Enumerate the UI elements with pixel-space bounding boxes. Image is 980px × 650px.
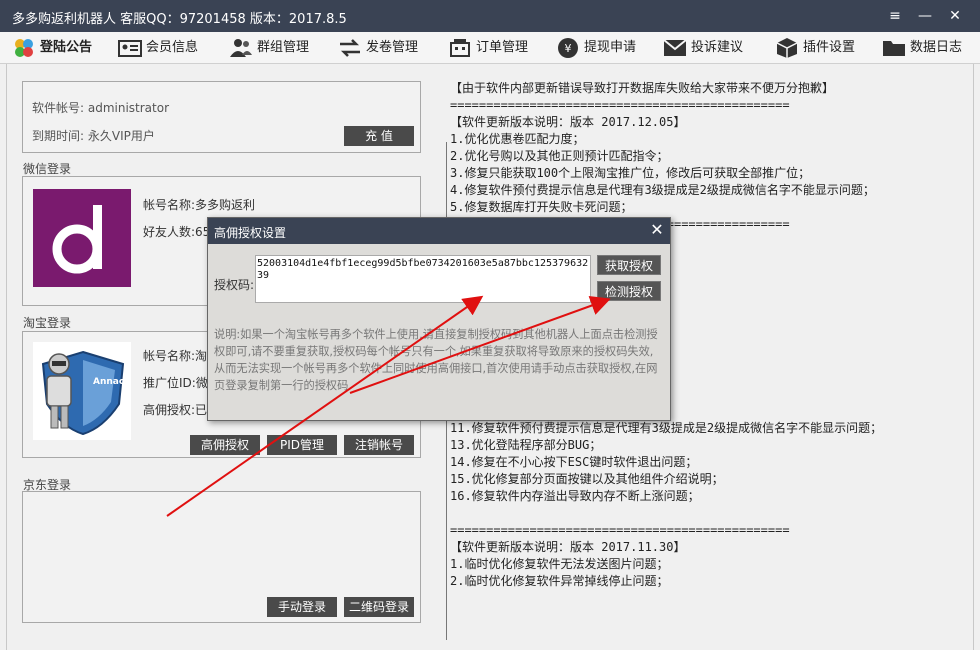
log-line: 【软件更新版本说明：版本 2017.12.05】 xyxy=(450,115,686,129)
taobao-commission-status: 高佣授权:已 xyxy=(143,403,208,417)
yen-coin-icon: ¥ xyxy=(558,38,578,58)
dialog-title: 高佣授权设置 xyxy=(214,226,287,240)
account-panel: 软件帐号: administrator 到期时间: 永久VIP用户 充 值 xyxy=(22,81,421,153)
tab-label: 投诉建议 xyxy=(691,40,744,55)
log-line: 11.修复软件预付费提示信息是代理有3级提成是2级提成微信名字不能显示问题； xyxy=(450,421,883,435)
tab-label: 数据日志 xyxy=(910,40,963,55)
commission-auth-button[interactable]: 高佣授权 xyxy=(190,435,260,455)
tab-label: 会员信息 xyxy=(146,40,199,55)
taobao-section-title: 淘宝登录 xyxy=(23,316,72,330)
log-line: ========================================… xyxy=(450,523,790,537)
log-line: 【由于软件内部更新错误导致打开数据库失败给大家带来不便万分抱歉】 xyxy=(450,81,835,95)
tab-label: 发卷管理 xyxy=(366,40,419,55)
jd-panel: 手动登录 二维码登录 xyxy=(22,491,421,623)
auth-code-label: 授权码: xyxy=(214,278,255,292)
arrows-exchange-icon xyxy=(340,39,360,57)
qrcode-login-button[interactable]: 二维码登录 xyxy=(344,597,414,617)
tab-label: 群组管理 xyxy=(257,40,310,55)
left-border xyxy=(6,64,7,650)
log-line: 5.修复数据库打开失败卡死问题； xyxy=(450,200,633,214)
wechat-friend-count: 好友人数:65 xyxy=(143,225,211,239)
log-line: 3.修复只能获取100个上限淘宝推广位，修改后可获取全部推广位； xyxy=(450,166,811,180)
close-window-button[interactable]: ✕ xyxy=(944,5,966,27)
taobao-account-name: 帐号名称:淘 xyxy=(143,349,208,363)
envelope-icon xyxy=(663,39,687,56)
dialog-description: 说明:如果一个淘宝帐号再多个软件上使用,请直接复制授权码到其他机器人上面点击检测… xyxy=(214,328,658,392)
wechat-logo-icon xyxy=(52,205,102,274)
taobao-avatar: Annacr xyxy=(33,342,131,440)
group-icon xyxy=(230,39,252,57)
logout-account-button[interactable]: 注销帐号 xyxy=(344,435,414,455)
log-line: ========================================… xyxy=(450,98,790,112)
right-border xyxy=(973,64,974,650)
wechat-section-title: 微信登录 xyxy=(23,162,72,176)
taobao-promo-id: 推广位ID:微 xyxy=(143,376,208,390)
svg-text:¥: ¥ xyxy=(565,42,572,55)
recharge-button[interactable]: 充 值 xyxy=(344,126,414,146)
log-line: 15.优化修复部分页面按键以及其他组件介绍说明； xyxy=(450,472,724,486)
log-line: 4.修复软件预付费提示信息是代理有3级提成是2级提成微信名字不能显示问题； xyxy=(450,183,875,197)
log-line: 【软件更新版本说明：版本 2017.11.30】 xyxy=(450,540,686,554)
folder-icon xyxy=(883,41,905,56)
box-icon xyxy=(776,38,798,58)
dialog-header: 高佣授权设置 ✕ xyxy=(208,218,670,244)
check-auth-button[interactable]: 检测授权 xyxy=(597,281,661,301)
log-line: 16.修复软件内存溢出导致内存不断上涨问题； xyxy=(450,489,700,503)
menu-icon[interactable]: ≡ xyxy=(884,5,906,27)
robot-shield-logo: Annacr xyxy=(41,350,129,436)
expiry-time: 到期时间: 永久VIP用户 xyxy=(32,129,155,143)
log-line: 14.修复在不小心按下ESC键时软件退出问题； xyxy=(450,455,698,469)
log-line: 13.优化登陆程序部分BUG； xyxy=(450,438,602,452)
manual-login-button[interactable]: 手动登录 xyxy=(267,597,337,617)
window-title: 多多购返利机器人 客服QQ：97201458 版本：2017.8.5 xyxy=(12,12,347,27)
title-bar: 多多购返利机器人 客服QQ：97201458 版本：2017.8.5 ≡ — ✕ xyxy=(0,0,980,32)
log-line: 1.优化优惠卷匹配力度； xyxy=(450,132,585,146)
main-toolbar: 登陆公告 会员信息 群组管理 发卷管理 订单管理 ¥ 提现申请 投诉建议 插件设… xyxy=(0,32,980,64)
member-card-icon xyxy=(118,40,142,57)
logo-text: Annacr xyxy=(93,377,129,387)
log-line: 1.临时优化修复软件无法发送图片问题； xyxy=(450,557,669,571)
tab-label: 提现申请 xyxy=(584,40,637,55)
announcement-icon xyxy=(15,39,33,57)
wechat-account-name: 帐号名称:多多购返利 xyxy=(143,198,256,212)
get-auth-button[interactable]: 获取授权 xyxy=(597,255,661,275)
log-line: 2.优化号购以及其他正则预计匹配指令； xyxy=(450,149,669,163)
tab-label: 订单管理 xyxy=(476,40,529,55)
wechat-avatar xyxy=(33,189,131,287)
log-line: 2.临时优化修复软件异常掉线停止问题； xyxy=(450,574,669,588)
dialog-close-button[interactable]: ✕ xyxy=(648,220,666,239)
auth-code-field[interactable]: 52003104d1e4fbf1eceg99d5bfbe0734201603e5… xyxy=(255,255,591,303)
commission-auth-dialog: 高佣授权设置 ✕ 授权码: 52003104d1e4fbf1eceg99d5bf… xyxy=(207,217,671,421)
tab-label: 登陆公告 xyxy=(40,40,93,55)
software-account: 软件帐号: administrator xyxy=(32,101,170,115)
cart-icon xyxy=(450,39,470,57)
minimize-button[interactable]: — xyxy=(914,5,936,27)
tab-label: 插件设置 xyxy=(803,40,856,55)
pid-management-button[interactable]: PID管理 xyxy=(267,435,337,455)
